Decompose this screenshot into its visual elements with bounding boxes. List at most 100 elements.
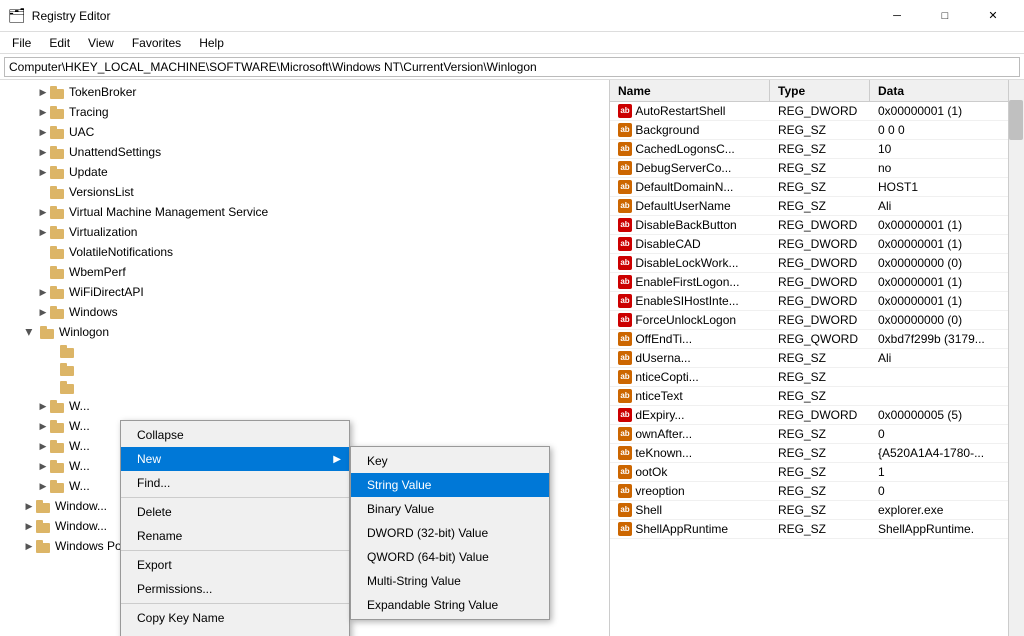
value-row[interactable]: ab AutoRestartShell REG_DWORD 0x00000001… (610, 102, 1024, 121)
expand-arrow: ▶ (36, 421, 50, 432)
menu-help[interactable]: Help (191, 34, 232, 52)
value-row[interactable]: ab DisableBackButton REG_DWORD 0x0000000… (610, 216, 1024, 235)
close-button[interactable]: ✕ (970, 0, 1016, 32)
sub-qword-value[interactable]: QWORD (64-bit) Value (351, 545, 549, 569)
value-row[interactable]: ab DefaultUserName REG_SZ Ali (610, 197, 1024, 216)
menu-file[interactable]: File (4, 34, 39, 52)
menu-edit[interactable]: Edit (41, 34, 78, 52)
sub-dword-value[interactable]: DWORD (32-bit) Value (351, 521, 549, 545)
tree-label (79, 345, 82, 357)
reg-dword-icon: ab (618, 256, 632, 270)
value-type: REG_DWORD (770, 103, 870, 119)
ctx-find[interactable]: Find... (121, 471, 349, 495)
tree-item-winlogon-child2[interactable] (0, 360, 609, 378)
tree-label: WbemPerf (69, 265, 126, 279)
value-type: REG_DWORD (770, 293, 870, 309)
tree-item-tokenbroker[interactable]: ▶ TokenBroker (0, 82, 609, 102)
value-type: REG_SZ (770, 502, 870, 518)
value-row[interactable]: ab EnableSIHostInte... REG_DWORD 0x00000… (610, 292, 1024, 311)
value-name: ab OffEndTi... (610, 331, 770, 347)
value-type: REG_SZ (770, 198, 870, 214)
value-row[interactable]: ab nticeText REG_SZ (610, 387, 1024, 406)
tree-item-wbemperf[interactable]: ▶ WbemPerf (0, 262, 609, 282)
tree-item-windows[interactable]: ▶ Windows (0, 302, 609, 322)
value-row[interactable]: ab dExpiry... REG_DWORD 0x00000005 (5) (610, 406, 1024, 425)
address-input[interactable] (4, 57, 1020, 77)
expand-arrow: ▶ (36, 461, 50, 472)
tree-item-virtualization[interactable]: ▶ Virtualization (0, 222, 609, 242)
value-row[interactable]: ab Background REG_SZ 0 0 0 (610, 121, 1024, 140)
value-row[interactable]: ab dUserna... REG_SZ Ali (610, 349, 1024, 368)
value-data: explorer.exe (870, 502, 1024, 518)
value-row[interactable]: ab DisableCAD REG_DWORD 0x00000001 (1) (610, 235, 1024, 254)
tree-label: Tracing (69, 105, 109, 119)
sub-multistring-value[interactable]: Multi-String Value (351, 569, 549, 593)
ctx-collapse[interactable]: Collapse (121, 423, 349, 447)
value-row[interactable]: ab ShellAppRuntime REG_SZ ShellAppRuntim… (610, 520, 1024, 539)
tree-item-vmms[interactable]: ▶ Virtual Machine Management Service (0, 202, 609, 222)
minimize-button[interactable]: ─ (874, 0, 920, 32)
value-name: ab AutoRestartShell (610, 103, 770, 119)
ctx-separator1 (121, 497, 349, 498)
tree-item-winlogon[interactable]: ▶ Winlogon (0, 322, 609, 342)
value-data: 0x00000001 (1) (870, 293, 1024, 309)
ctx-label: Permissions... (137, 582, 212, 596)
value-row[interactable]: ab DefaultDomainN... REG_SZ HOST1 (610, 178, 1024, 197)
value-data: HOST1 (870, 179, 1024, 195)
value-row[interactable]: ab CachedLogonsC... REG_SZ 10 (610, 140, 1024, 159)
value-row[interactable]: ab ootOk REG_SZ 1 (610, 463, 1024, 482)
value-type: REG_SZ (770, 464, 870, 480)
value-row[interactable]: ab DisableLockWork... REG_DWORD 0x000000… (610, 254, 1024, 273)
value-row[interactable]: ab vreoption REG_SZ 0 (610, 482, 1024, 501)
tree-item-update[interactable]: ▶ Update (0, 162, 609, 182)
ctx-permissions[interactable]: Permissions... (121, 577, 349, 601)
ctx-export[interactable]: Export (121, 553, 349, 577)
value-type: REG_DWORD (770, 217, 870, 233)
menu-favorites[interactable]: Favorites (124, 34, 189, 52)
value-data: ShellAppRuntime. (870, 521, 1024, 537)
value-row[interactable]: ab OffEndTi... REG_QWORD 0xbd7f299b (317… (610, 330, 1024, 349)
tree-item-winlogon-child1[interactable] (0, 342, 609, 360)
tree-item-versionslist[interactable]: ▶ VersionsList (0, 182, 609, 202)
expand-arrow: ▶ (36, 147, 50, 158)
ctx-delete[interactable]: Delete (121, 500, 349, 524)
tree-item-unattendsettings[interactable]: ▶ UnattendSettings (0, 142, 609, 162)
tree-label: UAC (69, 125, 94, 139)
value-row[interactable]: ab DebugServerCo... REG_SZ no (610, 159, 1024, 178)
value-row[interactable]: ab ForceUnlockLogon REG_DWORD 0x00000000… (610, 311, 1024, 330)
expand-arrow: ▶ (36, 401, 50, 412)
sub-expandable-value[interactable]: Expandable String Value (351, 593, 549, 617)
value-row[interactable]: ab EnableFirstLogon... REG_DWORD 0x00000… (610, 273, 1024, 292)
tree-label: WiFiDirectAPI (69, 285, 144, 299)
tree-item-winlogon-child3[interactable] (0, 378, 609, 396)
maximize-button[interactable]: □ (922, 0, 968, 32)
title-bar: 🗂 Registry Editor ─ □ ✕ (0, 0, 1024, 32)
menu-view[interactable]: View (80, 34, 122, 52)
ctx-rename[interactable]: Rename (121, 524, 349, 548)
tree-label: Virtual Machine Management Service (69, 205, 268, 219)
value-row[interactable]: ab teKnown... REG_SZ {A520A1A4-1780-... (610, 444, 1024, 463)
tree-item-volatilenotifications[interactable]: ▶ VolatileNotifications (0, 242, 609, 262)
folder-icon (36, 499, 52, 513)
tree-item-tracing[interactable]: ▶ Tracing (0, 102, 609, 122)
ctx-new[interactable]: New ▶ (121, 447, 349, 471)
value-data (870, 376, 1024, 378)
ctx-copy-key[interactable]: Copy Key Name (121, 606, 349, 630)
folder-icon (36, 519, 52, 533)
scrollbar-thumb[interactable] (1009, 100, 1023, 140)
sub-key[interactable]: Key (351, 449, 549, 473)
value-row[interactable]: ab ownAfter... REG_SZ 0 (610, 425, 1024, 444)
tree-label: W... (69, 479, 90, 493)
tree-item-uac[interactable]: ▶ UAC (0, 122, 609, 142)
expand-arrow: ▶ (22, 541, 36, 552)
values-scrollbar[interactable] (1008, 80, 1024, 636)
ctx-label: Find... (137, 476, 170, 490)
tree-item-wl1[interactable]: ▶ W... (0, 396, 609, 416)
tree-item-wifidirectapi[interactable]: ▶ WiFiDirectAPI (0, 282, 609, 302)
sub-binary-value[interactable]: Binary Value (351, 497, 549, 521)
folder-icon (50, 439, 66, 453)
value-row[interactable]: ab nticeCopti... REG_SZ (610, 368, 1024, 387)
sub-string-value[interactable]: String Value (351, 473, 549, 497)
ctx-goto-hkcu[interactable]: Go to HKEY_CURRENT_USER (121, 630, 349, 636)
value-row[interactable]: ab Shell REG_SZ explorer.exe (610, 501, 1024, 520)
